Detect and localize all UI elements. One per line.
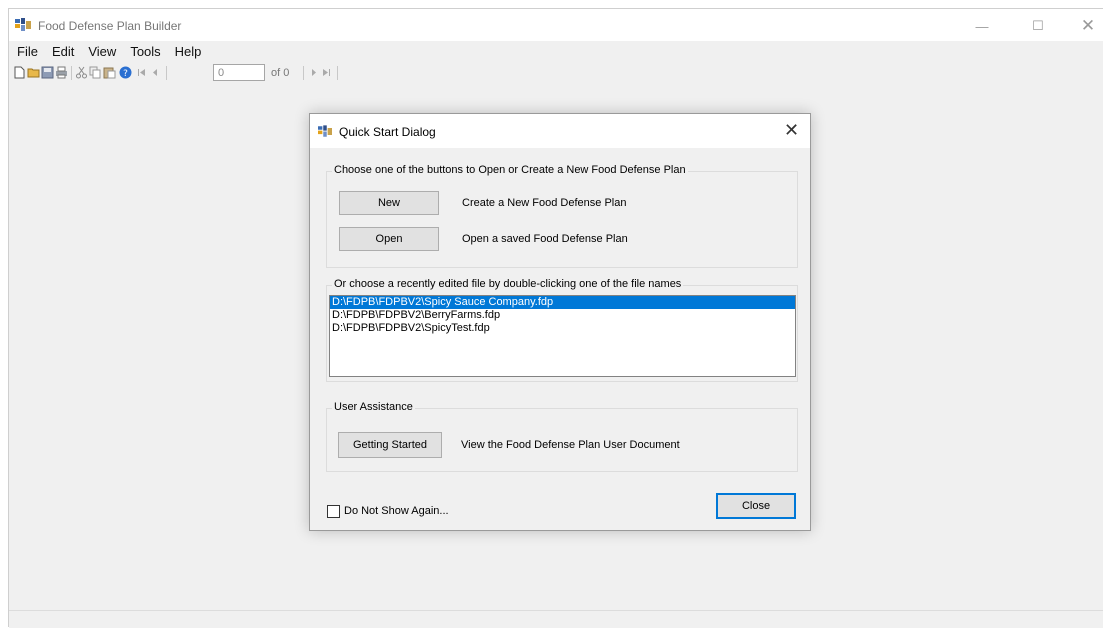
record-position-input[interactable]	[213, 64, 265, 81]
minimize-button[interactable]: —	[959, 13, 1005, 39]
open-description: Open a saved Food Defense Plan	[462, 233, 628, 245]
paste-icon[interactable]	[103, 66, 116, 79]
dialog-title-bar: Quick Start Dialog ✕	[310, 114, 810, 148]
recent-files-group: Or choose a recently edited file by doub…	[326, 278, 798, 382]
group-legend: Or choose a recently edited file by doub…	[332, 278, 684, 290]
save-icon[interactable]	[41, 66, 54, 79]
recent-files-list[interactable]: D:\FDPB\FDPBV2\Spicy Sauce Company.fdp D…	[329, 295, 796, 377]
window-close-button[interactable]: ✕	[1065, 13, 1103, 39]
group-legend: User Assistance	[332, 401, 415, 413]
getting-started-description: View the Food Defense Plan User Document	[461, 439, 680, 451]
open-button[interactable]: Open	[339, 227, 439, 251]
open-folder-icon[interactable]	[27, 66, 40, 79]
minimize-icon: —	[975, 18, 989, 34]
getting-started-button[interactable]: Getting Started	[338, 432, 442, 458]
svg-text:?: ?	[123, 69, 128, 79]
app-logo-icon	[318, 125, 332, 137]
dialog-close-icon[interactable]: ✕	[784, 120, 799, 141]
open-create-group: Choose one of the buttons to Open or Cre…	[326, 164, 798, 268]
copy-icon[interactable]	[89, 66, 102, 79]
toolbar-separator	[71, 66, 72, 80]
new-description: Create a New Food Defense Plan	[462, 197, 627, 209]
list-item[interactable]: D:\FDPB\FDPBV2\Spicy Sauce Company.fdp	[330, 296, 795, 309]
toolbar-separator	[303, 66, 304, 80]
menu-bar: File Edit View Tools Help	[9, 43, 208, 61]
list-item[interactable]: D:\FDPB\FDPBV2\SpicyTest.fdp	[330, 322, 795, 335]
cut-icon[interactable]	[75, 66, 88, 79]
last-record-icon[interactable]	[320, 66, 333, 79]
menu-file[interactable]: File	[9, 43, 45, 61]
close-icon: ✕	[1080, 16, 1096, 35]
group-legend: Choose one of the buttons to Open or Cre…	[332, 164, 688, 176]
record-count-label: of 0	[271, 67, 290, 79]
first-record-icon[interactable]	[135, 66, 148, 79]
menu-tools[interactable]: Tools	[123, 43, 167, 61]
help-icon[interactable]: ?	[119, 66, 132, 79]
title-bar: Food Defense Plan Builder — ☐ ✕	[9, 9, 1103, 41]
do-not-show-label[interactable]: Do Not Show Again...	[344, 505, 449, 517]
menu-view[interactable]: View	[81, 43, 123, 61]
toolbar: ? of 0	[9, 63, 1103, 83]
dialog-title: Quick Start Dialog	[339, 125, 436, 139]
list-item[interactable]: D:\FDPB\FDPBV2\BerryFarms.fdp	[330, 309, 795, 322]
toolbar-separator	[166, 66, 167, 80]
menu-edit[interactable]: Edit	[45, 43, 81, 61]
quick-start-dialog: Quick Start Dialog ✕ Choose one of the b…	[309, 113, 811, 531]
maximize-button[interactable]: ☐	[1015, 13, 1061, 39]
status-bar	[9, 610, 1103, 628]
close-button[interactable]: Close	[716, 493, 796, 519]
print-icon[interactable]	[55, 66, 68, 79]
new-file-icon[interactable]	[13, 66, 26, 79]
app-title: Food Defense Plan Builder	[38, 19, 182, 33]
maximize-icon: ☐	[1032, 18, 1044, 33]
user-assistance-group: User Assistance Getting Started View the…	[326, 401, 798, 472]
menu-help[interactable]: Help	[168, 43, 209, 61]
next-record-icon[interactable]	[307, 66, 320, 79]
do-not-show-checkbox[interactable]	[327, 505, 340, 518]
toolbar-separator	[337, 66, 338, 80]
new-button[interactable]: New	[339, 191, 439, 215]
app-logo-icon	[15, 18, 31, 31]
prev-record-icon[interactable]	[149, 66, 162, 79]
